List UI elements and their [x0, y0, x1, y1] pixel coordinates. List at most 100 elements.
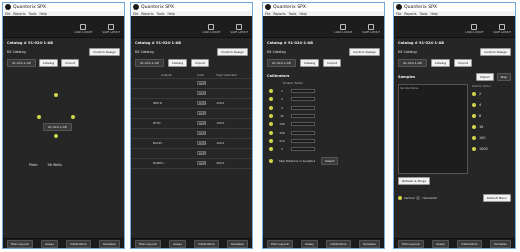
dilution-input[interactable] — [291, 138, 315, 143]
load-layout-button[interactable]: LOAD LAYOUT — [202, 24, 220, 34]
menu-help[interactable]: Help — [430, 12, 437, 16]
list-item[interactable]: 256 — [263, 128, 384, 136]
sample-name-box[interactable]: Sample Name — [398, 84, 468, 174]
catalog-dropdown[interactable]: 91-024-1-AB — [7, 59, 36, 67]
plate-dot-left[interactable] — [37, 115, 41, 119]
custom-design-button[interactable]: Custom Design — [480, 48, 511, 56]
check-icon[interactable] — [269, 89, 273, 94]
dilution-input[interactable] — [291, 122, 315, 127]
unit-select[interactable]: pg/ml — [196, 161, 206, 165]
catalog-dropdown[interactable]: 91-024-1-AB — [135, 59, 164, 67]
tab-catalog[interactable]: Catalog — [430, 59, 451, 67]
list-item[interactable]: 1000 — [472, 143, 510, 154]
nav-calibrators[interactable]: Calibrators — [194, 239, 219, 248]
table-row[interactable]: IMP1D pg/ml 250.0 — [131, 98, 252, 109]
dilution-input[interactable] — [291, 105, 315, 110]
nav-plan-layout[interactable]: Plan Layout — [7, 239, 33, 248]
unit-select[interactable]: pg/ml — [196, 111, 206, 115]
menu-reports[interactable]: Reports — [273, 12, 285, 16]
tab-sample-map[interactable]: Map — [496, 73, 511, 81]
tab-import[interactable]: Import — [61, 59, 80, 67]
nav-assay[interactable]: Assay — [432, 239, 449, 248]
save-layout-button[interactable]: SAVE LAYOUT — [230, 24, 248, 34]
unit-select[interactable]: pg/ml — [196, 91, 206, 95]
unit-select[interactable]: pg/ml — [196, 151, 206, 155]
check-icon[interactable] — [269, 122, 273, 127]
table-row[interactable]: NTHC pg/ml 100.0 — [131, 118, 252, 129]
check-icon[interactable] — [472, 113, 476, 118]
menu-tools[interactable]: Tools — [157, 12, 165, 16]
table-row[interactable]: pg/ml — [131, 128, 252, 139]
nav-calibrators[interactable]: Calibrators — [326, 239, 351, 248]
nav-assay[interactable]: Assay — [41, 239, 58, 248]
save-layout-button[interactable]: SAVE LAYOUT — [102, 24, 120, 34]
nav-samples[interactable]: Samples — [358, 239, 380, 248]
tab-import[interactable]: Import — [454, 59, 473, 67]
nav-calibrators[interactable]: Calibrators — [457, 239, 482, 248]
dilution-input[interactable] — [291, 89, 315, 94]
catalog-dropdown[interactable]: 91-024-1-AB — [267, 59, 296, 67]
unit-select[interactable]: pg/ml — [196, 121, 206, 125]
unit-select[interactable]: pg/ml — [196, 81, 206, 85]
nav-assay[interactable]: Assay — [301, 239, 318, 248]
tab-import[interactable]: Import — [191, 59, 210, 67]
list-item[interactable]: 8 — [472, 110, 510, 121]
dilution-input[interactable] — [291, 130, 315, 135]
check-icon[interactable] — [472, 135, 476, 140]
skip-dilutions-checkbox[interactable] — [269, 159, 273, 164]
menu-tools[interactable]: Tools — [289, 12, 297, 16]
unit-select[interactable]: pg/ml — [196, 101, 206, 105]
default-menu-button[interactable]: Default Menu — [482, 194, 511, 202]
table-row[interactable]: BAMP1c pg/ml 400.0 — [131, 158, 252, 169]
nav-assay[interactable]: Assay — [169, 239, 186, 248]
table-row[interactable]: pg/ml — [131, 78, 252, 89]
nav-samples[interactable]: Samples — [98, 239, 120, 248]
nav-calibrators[interactable]: Calibrators — [66, 239, 91, 248]
load-layout-button[interactable]: LOAD LAYOUT — [74, 24, 92, 34]
menu-file[interactable]: File — [396, 12, 401, 16]
list-item[interactable]: 4 — [472, 99, 510, 110]
check-icon[interactable] — [472, 146, 476, 151]
load-layout-button[interactable]: LOAD LAYOUT — [334, 24, 352, 34]
nav-samples[interactable]: Samples — [489, 239, 511, 248]
menu-file[interactable]: File — [265, 12, 270, 16]
menu-help[interactable]: Help — [39, 12, 46, 16]
table-row[interactable]: BACP1 pg/ml 100.0 — [131, 138, 252, 149]
tab-sample-import[interactable]: Import — [475, 73, 494, 81]
nav-plan-layout[interactable]: Plan Layout — [267, 239, 293, 248]
menu-reports[interactable]: Reports — [404, 12, 416, 16]
custom-design-button[interactable]: Custom Design — [89, 48, 120, 56]
tab-import[interactable]: Import — [323, 59, 342, 67]
custom-design-button[interactable]: Custom Design — [349, 48, 380, 56]
check-icon[interactable] — [269, 105, 273, 110]
load-layout-button[interactable]: LOAD LAYOUT — [465, 24, 483, 34]
custom-design-button[interactable]: Custom Design — [217, 48, 248, 56]
nav-samples[interactable]: Samples — [226, 239, 248, 248]
check-icon[interactable] — [472, 124, 476, 129]
table-row[interactable]: pg/ml — [131, 108, 252, 119]
dilution-input[interactable] — [291, 114, 315, 119]
select-button[interactable]: Select — [321, 157, 339, 166]
dilution-input[interactable] — [291, 147, 315, 152]
menu-file[interactable]: File — [133, 12, 138, 16]
save-layout-button[interactable]: SAVE LAYOUT — [362, 24, 380, 34]
check-icon[interactable] — [472, 91, 476, 96]
list-item[interactable]: 2 — [472, 88, 510, 99]
menu-reports[interactable]: Reports — [141, 12, 153, 16]
refresh-purge-button[interactable]: Refresh & Purge — [398, 177, 431, 185]
check-icon[interactable] — [269, 97, 273, 102]
menu-reports[interactable]: Reports — [13, 12, 25, 16]
list-item[interactable]: 32 — [263, 112, 384, 120]
list-item[interactable]: 1 — [263, 87, 384, 95]
menu-help[interactable]: Help — [299, 12, 306, 16]
vertical-radio[interactable] — [398, 196, 402, 200]
unit-select[interactable]: pg/ml — [196, 131, 206, 135]
list-item[interactable]: 512 — [263, 137, 384, 145]
tab-catalog[interactable]: Catalog — [299, 59, 320, 67]
check-icon[interactable] — [269, 130, 273, 135]
horizontal-radio[interactable] — [416, 196, 421, 200]
list-item[interactable]: 100 — [472, 132, 510, 143]
check-icon[interactable] — [269, 114, 273, 119]
save-layout-button[interactable]: SAVE LAYOUT — [493, 24, 511, 34]
menu-help[interactable]: Help — [167, 12, 174, 16]
